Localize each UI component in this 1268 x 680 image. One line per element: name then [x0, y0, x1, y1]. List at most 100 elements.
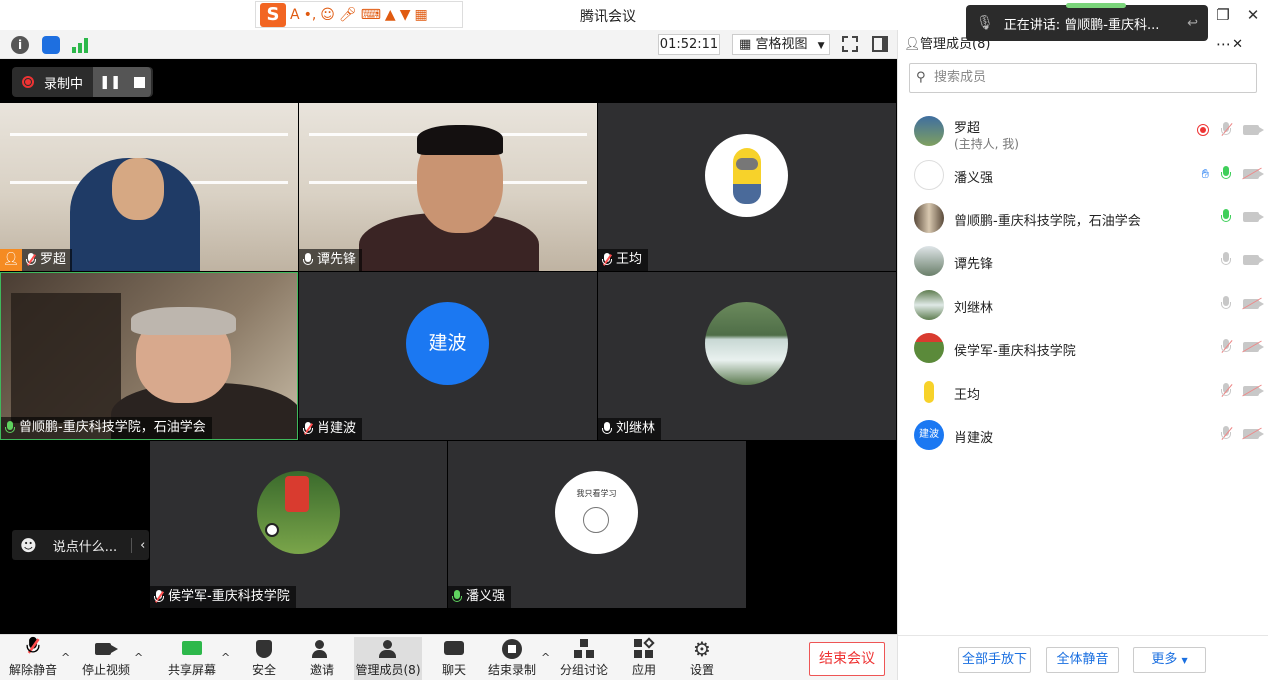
manage-members-button[interactable]: 管理成员(8) — [354, 637, 422, 680]
video-tile[interactable]: 侯学军-重庆科技学院 — [150, 441, 447, 608]
camera-off-icon[interactable] — [1242, 297, 1264, 310]
mute-all-button[interactable]: 全体静音 — [1046, 647, 1119, 673]
video-tile[interactable]: 我只看学习 潘义强 — [448, 441, 746, 608]
stop-recording-button[interactable]: 结束录制 — [488, 639, 536, 679]
camera-off-icon[interactable] — [1242, 340, 1264, 353]
record-dot-icon — [22, 76, 34, 88]
invite-button[interactable]: 邀请 — [302, 639, 342, 679]
chevron-left-icon[interactable]: ‹ — [131, 537, 145, 553]
info-icon[interactable]: i — [11, 36, 29, 54]
mic-muted-icon[interactable] — [1219, 383, 1233, 399]
mic-active-icon[interactable] — [1219, 209, 1233, 225]
view-mode-button[interactable]: ▦ 宫格视图 ▼ — [732, 34, 830, 55]
ime-skin-icon[interactable]: ▲ — [385, 7, 396, 23]
more-label: 更多 — [1151, 652, 1178, 667]
mic-icon[interactable] — [1219, 296, 1233, 312]
recording-bar: 录制中 ❚❚ — [12, 67, 153, 97]
camera-icon[interactable] — [1243, 125, 1264, 135]
apps-button[interactable]: 应用 — [624, 637, 664, 679]
member-name: 王均 — [954, 388, 981, 403]
mic-icon[interactable] — [1219, 252, 1233, 268]
member-name: 肖建波 — [954, 431, 994, 446]
fullscreen-icon[interactable] — [842, 36, 858, 52]
member-row[interactable]: 王均 — [898, 371, 1268, 413]
member-search-input[interactable]: ⚲ 搜索成员 — [909, 63, 1257, 93]
member-row[interactable]: 潘义强 ✋︎ — [898, 154, 1268, 196]
side-panel-icon[interactable] — [872, 36, 888, 52]
restore-icon[interactable]: ❐ — [1208, 0, 1238, 30]
mic-muted-icon[interactable] — [1219, 339, 1233, 355]
member-avatar — [914, 333, 944, 363]
video-tile[interactable]: 建波 肖建波 — [299, 272, 597, 440]
member-row[interactable]: 建波 肖建波 — [898, 414, 1268, 456]
member-row[interactable]: 刘继林 — [898, 284, 1268, 326]
pause-record-icon[interactable]: ❚❚ — [99, 75, 121, 90]
caret-down-icon: ▼ — [1181, 656, 1188, 665]
chevron-up-icon[interactable]: ^ — [134, 651, 143, 664]
mic-muted-icon[interactable] — [1219, 426, 1233, 442]
close-window-icon[interactable]: ✕ — [1238, 0, 1268, 30]
video-tile[interactable]: 刘继林 — [598, 272, 896, 440]
share-screen-button[interactable]: 共享屏幕 — [168, 639, 216, 679]
mic-active-icon[interactable] — [1219, 166, 1233, 182]
chat-quick-input[interactable]: ☻ 说点什么... ‹ — [12, 530, 149, 560]
reply-icon[interactable]: ↩ — [1187, 16, 1198, 31]
members-panel: 👤︎ 管理成员(8) ⋯ ✕ ⚲ 搜索成员 罗超 (主持人, 我) 潘义强 ✋︎… — [897, 30, 1268, 680]
avatar-soccer — [257, 471, 340, 554]
shield-icon[interactable] — [42, 36, 60, 54]
camera-off-icon[interactable] — [1242, 384, 1264, 397]
lower-all-hands-button[interactable]: 全部手放下 — [958, 647, 1031, 673]
stop-record-icon[interactable] — [133, 76, 145, 88]
member-avatar — [914, 116, 944, 146]
tile-name: 肖建波 — [317, 421, 357, 436]
mic-muted-icon[interactable] — [1219, 122, 1233, 138]
tile-name-tag: 曾顺鹏-重庆科技学院，石油学会 — [1, 417, 212, 439]
unmute-button[interactable]: 解除静音 — [8, 636, 58, 679]
member-row[interactable]: 曾顺鹏-重庆科技学院，石油学会 — [898, 197, 1268, 239]
security-button[interactable]: 安全 — [244, 639, 284, 679]
video-tile[interactable]: 王均 — [598, 103, 896, 271]
meeting-toolbar: i 01:52:11 ▦ 宫格视图 ▼ — [0, 30, 897, 59]
apps-label: 应用 — [631, 663, 656, 677]
camera-icon[interactable] — [1243, 212, 1264, 222]
sogou-logo-icon: S — [260, 2, 286, 27]
settings-button[interactable]: ⚙ 设置 — [682, 639, 722, 679]
chevron-up-icon[interactable]: ^ — [221, 651, 230, 664]
emoji-icon[interactable]: ☻ — [20, 536, 37, 555]
tile-name: 王均 — [616, 252, 643, 267]
stop-video-button[interactable]: 停止视频 — [82, 639, 130, 679]
video-tile-active-speaker[interactable]: 曾顺鹏-重庆科技学院，石油学会 — [0, 272, 298, 440]
ime-grid-icon[interactable]: ▦ — [414, 7, 427, 23]
member-row[interactable]: 侯学军-重庆科技学院 — [898, 327, 1268, 369]
camera-off-icon[interactable] — [1242, 167, 1264, 180]
more-button[interactable]: 更多 ▼ — [1133, 647, 1206, 673]
chevron-up-icon[interactable]: ^ — [541, 651, 550, 664]
ime-keyboard-icon[interactable]: ⌨ — [361, 7, 381, 23]
share-screen-label: 共享屏幕 — [168, 663, 217, 677]
ime-emoji-icon[interactable]: ☺ — [320, 7, 335, 23]
camera-off-icon[interactable] — [1242, 427, 1264, 440]
chat-button[interactable]: 聊天 — [434, 639, 474, 679]
chevron-up-icon[interactable]: ^ — [61, 651, 70, 664]
ime-voice-icon[interactable]: 🎤︎ — [339, 7, 357, 23]
app-title: 腾讯会议 — [580, 9, 636, 25]
ime-mode-icon[interactable]: A — [290, 7, 300, 23]
member-row[interactable]: 谭先锋 — [898, 240, 1268, 282]
end-meeting-button[interactable]: 结束会议 — [809, 642, 885, 676]
more-options-icon[interactable]: ⋯ — [1216, 30, 1231, 59]
video-grid: 录制中 ❚❚ 👤︎ 罗超 谭先锋 王均 曾顺鹏-重庆科技学院，石油学会 建波 肖… — [0, 59, 897, 634]
raised-hand-icon[interactable]: ✋︎ — [1202, 167, 1209, 182]
tile-name: 侯学军-重庆科技学院 — [168, 589, 290, 604]
ime-toolbar[interactable]: S A •, ☺ 🎤︎ ⌨ ▲ ▼ ▦ — [255, 1, 463, 28]
speaking-label: 正在讲话: 曾顺鹏-重庆科... — [1003, 17, 1160, 33]
camera-icon[interactable] — [1243, 255, 1264, 265]
video-tile[interactable]: 👤︎ 罗超 — [0, 103, 298, 271]
video-tile[interactable]: 谭先锋 — [299, 103, 597, 271]
close-panel-icon[interactable]: ✕ — [1232, 30, 1243, 59]
ime-punct-icon[interactable]: •, — [304, 7, 317, 23]
member-row[interactable]: 罗超 (主持人, 我) — [898, 110, 1268, 152]
signal-icon[interactable] — [72, 37, 90, 53]
ime-shirt-icon[interactable]: ▼ — [400, 7, 411, 23]
member-name: 潘义强 — [954, 171, 994, 186]
breakout-button[interactable]: 分组讨论 — [560, 639, 608, 679]
